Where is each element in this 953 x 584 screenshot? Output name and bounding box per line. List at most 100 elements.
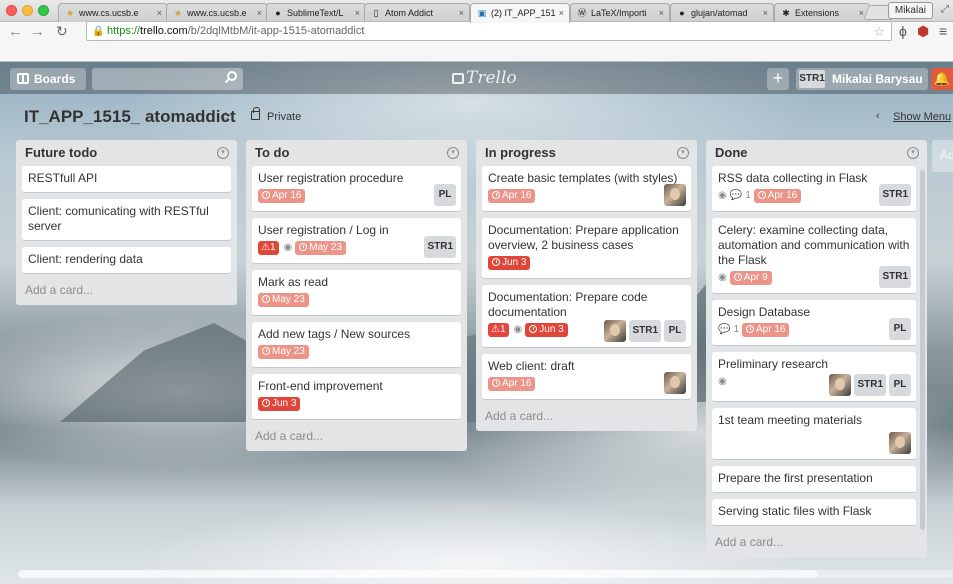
card[interactable]: Documentation: Prepare code documentatio… — [482, 285, 691, 348]
list-scrollbar[interactable] — [920, 170, 925, 530]
member-avatar[interactable]: STR1 — [879, 266, 911, 288]
browser-tab[interactable]: ✱ Extensions × — [774, 3, 870, 22]
profile-button[interactable]: Mikalai — [887, 2, 933, 19]
search-icon[interactable] — [224, 70, 238, 84]
fullscreen-icon[interactable]: ⤢ — [941, 4, 949, 15]
search-input[interactable] — [92, 68, 243, 90]
card[interactable]: Serving static files with Flask — [712, 499, 916, 526]
close-tab-icon[interactable]: × — [763, 8, 768, 18]
card[interactable]: 1st team meeting materials — [712, 408, 916, 460]
member-avatar[interactable]: STR1 — [629, 320, 661, 342]
add-card-link[interactable]: Add a card... — [482, 406, 691, 431]
boards-button[interactable]: Boards — [10, 68, 86, 90]
back-arrow-icon[interactable]: ← — [8, 24, 23, 39]
card[interactable]: Mark as read May 23 — [252, 270, 461, 316]
card[interactable]: Client: comunicating with RESTful server — [22, 199, 231, 241]
trello-logo[interactable]: Trello — [452, 68, 517, 88]
browser-tab[interactable]: ★ www.cs.ucsb.e × — [166, 3, 268, 22]
forward-arrow-icon[interactable]: → — [30, 24, 45, 39]
extension-icon[interactable]: ϕ — [899, 21, 907, 41]
browser-tab[interactable]: Ⓦ LaTeX/Importi × — [570, 3, 670, 22]
card[interactable]: Add new tags / New sources May 23 — [252, 322, 461, 368]
member-avatar[interactable]: PL — [889, 374, 911, 396]
browser-tab[interactable]: ▯ Atom Addict × — [364, 3, 470, 22]
browser-tab-active[interactable]: ▣ (2) IT_APP_151 × — [470, 3, 570, 23]
card[interactable]: RSS data collecting in Flask ◉ 💬 1 Apr 16 S… — [712, 166, 916, 212]
board-title[interactable]: IT_APP_1515_ atomaddict — [24, 107, 236, 127]
close-tab-icon[interactable]: × — [459, 8, 464, 18]
close-tab-icon[interactable]: × — [659, 8, 664, 18]
member-photo-avatar[interactable] — [604, 320, 627, 342]
list-title[interactable]: To do — [255, 145, 289, 160]
chrome-menu-icon[interactable]: ≡ — [939, 21, 947, 41]
close-window-icon[interactable] — [6, 5, 17, 16]
list-future-todo: Future todo ▾ RESTfull API Client: comun… — [16, 140, 237, 305]
close-tab-icon[interactable]: × — [157, 8, 162, 18]
notifications-bell-icon[interactable]: 🔔 — [931, 68, 953, 90]
add-button[interactable]: + — [767, 68, 789, 90]
url-path: /b/2dqlMtbM/it-app-1515-atomaddict — [187, 25, 365, 37]
bookmark-star-icon[interactable]: ☆ — [873, 24, 885, 40]
card[interactable]: Design Database 💬 1 Apr 16 PL — [712, 300, 916, 346]
scrollbar-thumb[interactable] — [18, 570, 818, 578]
member-photo-avatar[interactable] — [829, 374, 852, 396]
ublock-icon[interactable]: ⬢ — [917, 21, 929, 41]
member-avatar[interactable]: STR1 — [424, 236, 456, 258]
card[interactable]: Client: rendering data — [22, 247, 231, 274]
list-menu-icon[interactable]: ▾ — [677, 147, 689, 159]
list-header: To do ▾ — [252, 140, 461, 166]
close-tab-icon[interactable]: × — [355, 8, 360, 18]
list-menu-icon[interactable]: ▾ — [217, 147, 229, 159]
clock-icon — [746, 325, 755, 333]
card[interactable]: Front-end improvement Jun 3 — [252, 374, 461, 420]
card-badges: Apr 16 — [488, 377, 685, 393]
card-members: PL — [431, 184, 456, 206]
add-card-link[interactable]: Add a card... — [712, 532, 921, 557]
member-photo-avatar[interactable] — [889, 432, 911, 454]
card[interactable]: Create basic templates (with styles) Apr… — [482, 166, 691, 212]
card[interactable]: RESTfull API — [22, 166, 231, 193]
star-icon[interactable]: ☆ — [220, 109, 232, 125]
close-tab-icon[interactable]: × — [559, 8, 564, 18]
browser-tab[interactable]: ● SublimeText/L × — [266, 3, 366, 22]
address-bar[interactable]: 🔒 https://trello.com/b/2dqlMtbM/it-app-1… — [86, 21, 892, 41]
add-card-link[interactable]: Add a card... — [22, 280, 231, 305]
card[interactable]: Preliminary research ◉ STR1 PL — [712, 352, 916, 402]
add-list-button[interactable]: Add a list... — [932, 140, 953, 172]
member-photo-avatar[interactable] — [664, 372, 686, 394]
url-scheme: https:// — [107, 25, 141, 37]
browser-tab[interactable]: ★ www.cs.ucsb.e × — [58, 3, 168, 22]
card[interactable]: User registration procedure Apr 16 PL — [252, 166, 461, 212]
browser-tab[interactable]: ● glujan/atomad × — [670, 3, 774, 22]
due-date-badge: Jun 3 — [488, 256, 531, 270]
add-card-link[interactable]: Add a card... — [252, 426, 461, 451]
card[interactable]: Celery: examine collecting data, automat… — [712, 218, 916, 294]
privacy-button[interactable]: Private — [267, 111, 301, 123]
list-title[interactable]: In progress — [485, 145, 556, 160]
member-avatar[interactable]: STR1 — [854, 374, 886, 396]
member-avatar[interactable]: PL — [889, 318, 911, 340]
card[interactable]: Web client: draft Apr 16 — [482, 354, 691, 400]
due-date: Apr 9 — [743, 272, 768, 283]
tab-label: Atom Addict — [385, 8, 434, 18]
card[interactable]: Documentation: Prepare application overv… — [482, 218, 691, 279]
list-title[interactable]: Future todo — [25, 145, 97, 160]
member-avatar[interactable]: STR1 — [879, 184, 911, 206]
close-tab-icon[interactable]: × — [257, 8, 262, 18]
list-menu-icon[interactable]: ▾ — [447, 147, 459, 159]
list-done: Done ▾ RSS data collecting in Flask ◉ 💬 1 A… — [706, 140, 927, 558]
zoom-window-icon[interactable] — [38, 5, 49, 16]
reload-icon[interactable]: ↻ — [56, 24, 68, 39]
card[interactable]: Prepare the first presentation — [712, 466, 916, 493]
member-avatar[interactable]: PL — [664, 320, 686, 342]
member-menu-button[interactable]: STR1 Mikalai Barysau — [796, 68, 928, 90]
board-horizontal-scrollbar[interactable] — [18, 570, 953, 578]
member-photo-avatar[interactable] — [664, 184, 686, 206]
card-badges: Jun 3 — [258, 397, 455, 413]
card[interactable]: User registration / Log in ⚠1 ◉ May 23 STR… — [252, 218, 461, 264]
member-avatar[interactable]: PL — [434, 184, 456, 206]
show-menu-link[interactable]: Show Menu — [893, 111, 951, 123]
list-title[interactable]: Done — [715, 145, 748, 160]
minimize-window-icon[interactable] — [22, 5, 33, 16]
list-menu-icon[interactable]: ▾ — [907, 147, 919, 159]
